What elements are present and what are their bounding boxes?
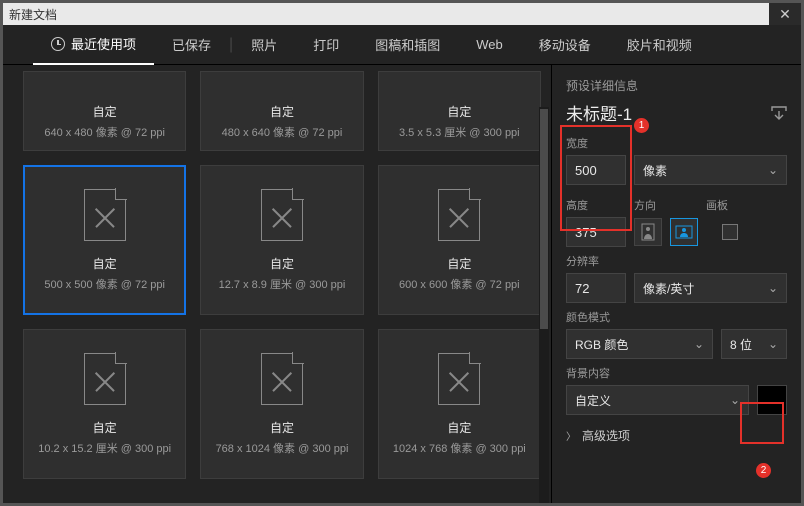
tab-print[interactable]: 打印 <box>295 25 357 65</box>
preset-name: 自定 <box>270 103 294 120</box>
document-icon <box>84 189 126 241</box>
preset-name: 自定 <box>93 255 117 272</box>
preset-card[interactable]: 自定 12.7 x 8.9 厘米 @ 300 ppi <box>200 165 363 315</box>
preset-card[interactable]: 自定 10.2 x 15.2 厘米 @ 300 ppi <box>23 329 186 479</box>
artboard-checkbox[interactable] <box>722 224 738 240</box>
annotation-badge-1: 1 <box>634 118 649 133</box>
scrollbar[interactable] <box>539 107 549 503</box>
preset-card[interactable]: 自定 640 x 480 像素 @ 72 ppi <box>23 71 186 151</box>
document-icon <box>84 353 126 405</box>
resolution-input[interactable]: 72 <box>566 273 626 303</box>
preset-name: 自定 <box>93 419 117 436</box>
save-preset-icon[interactable] <box>771 106 787 120</box>
chevron-right-icon: 〉 <box>566 428 576 443</box>
tab-label: 照片 <box>251 35 277 54</box>
dialog-body: 最近使用项 已保存 | 照片 打印 图稿和插图 Web 移动设备 胶片和视频 自… <box>3 25 801 503</box>
tab-mobile[interactable]: 移动设备 <box>521 25 609 65</box>
chevron-down-icon: ⌄ <box>768 337 778 351</box>
width-label: 宽度 <box>566 135 787 151</box>
tab-saved[interactable]: 已保存 <box>154 25 229 65</box>
preset-card[interactable]: 自定 768 x 1024 像素 @ 300 ppi <box>200 329 363 479</box>
new-document-dialog: 新建文档 ✕ 最近使用项 已保存 | 照片 打印 图稿和插图 Web 移动设备 … <box>2 2 802 504</box>
preset-dimensions: 3.5 x 5.3 厘米 @ 300 ppi <box>399 124 520 140</box>
tab-label: 最近使用项 <box>71 34 136 53</box>
preset-name: 自定 <box>447 419 471 436</box>
resolution-unit-select[interactable]: 像素/英寸 ⌄ <box>634 273 787 303</box>
document-icon <box>438 189 480 241</box>
preset-card[interactable]: 自定 480 x 640 像素 @ 72 ppi <box>200 71 363 151</box>
tab-label: 移动设备 <box>539 35 591 54</box>
annotation-badge-2: 2 <box>756 463 771 478</box>
preset-dimensions: 640 x 480 像素 @ 72 ppi <box>44 124 165 140</box>
preset-dimensions: 600 x 600 像素 @ 72 ppi <box>399 276 520 292</box>
orientation-landscape[interactable] <box>670 218 698 246</box>
preset-name: 自定 <box>447 255 471 272</box>
tab-art[interactable]: 图稿和插图 <box>357 25 458 65</box>
document-icon <box>261 353 303 405</box>
artboard-label: 画板 <box>706 197 728 213</box>
tab-label: 胶片和视频 <box>627 35 692 54</box>
preset-card[interactable]: 自定 600 x 600 像素 @ 72 ppi <box>378 165 541 315</box>
preset-name: 自定 <box>447 103 471 120</box>
orientation-portrait[interactable] <box>634 218 662 246</box>
unit-select[interactable]: 像素 ⌄ <box>634 155 787 185</box>
details-header: 预设详细信息 <box>566 77 787 94</box>
height-label: 高度 <box>566 197 626 213</box>
advanced-options-toggle[interactable]: 〉 高级选项 <box>566 427 787 444</box>
width-input[interactable]: 500 <box>566 155 626 185</box>
preset-dimensions: 500 x 500 像素 @ 72 ppi <box>44 276 165 292</box>
bit-depth-select[interactable]: 8 位 ⌄ <box>721 329 787 359</box>
orientation-label: 方向 <box>634 197 656 213</box>
close-button[interactable]: ✕ <box>769 3 801 25</box>
tab-photo[interactable]: 照片 <box>233 25 295 65</box>
color-mode-label: 颜色模式 <box>566 309 787 325</box>
preset-card[interactable]: 自定 1024 x 768 像素 @ 300 ppi <box>378 329 541 479</box>
preset-grid: 自定 640 x 480 像素 @ 72 ppi 自定 480 x 640 像素 @ … <box>3 65 551 503</box>
color-mode-select[interactable]: RGB 颜色 ⌄ <box>566 329 713 359</box>
preset-dimensions: 1024 x 768 像素 @ 300 ppi <box>393 440 526 456</box>
preset-name: 自定 <box>93 103 117 120</box>
resolution-label: 分辨率 <box>566 253 787 269</box>
tab-label: 图稿和插图 <box>375 35 440 54</box>
preset-card[interactable]: 自定 3.5 x 5.3 厘米 @ 300 ppi <box>378 71 541 151</box>
chevron-down-icon: ⌄ <box>730 393 740 407</box>
chevron-down-icon: ⌄ <box>768 163 778 177</box>
preset-dimensions: 480 x 640 像素 @ 72 ppi <box>222 124 343 140</box>
titlebar: 新建文档 ✕ <box>3 3 801 25</box>
preset-dimensions: 768 x 1024 像素 @ 300 ppi <box>216 440 349 456</box>
close-icon: ✕ <box>779 6 791 23</box>
preset-dimensions: 10.2 x 15.2 厘米 @ 300 ppi <box>38 440 171 456</box>
preset-dimensions: 12.7 x 8.9 厘米 @ 300 ppi <box>219 276 346 292</box>
chevron-down-icon: ⌄ <box>694 337 704 351</box>
preset-name: 自定 <box>270 419 294 436</box>
preset-details-panel: 预设详细信息 未标题-1 宽度 500 像素 ⌄ <box>551 65 801 503</box>
tab-film[interactable]: 胶片和视频 <box>609 25 710 65</box>
tab-label: 已保存 <box>172 35 211 54</box>
background-color-swatch[interactable] <box>757 385 787 415</box>
tab-web[interactable]: Web <box>458 25 521 65</box>
tab-recent[interactable]: 最近使用项 <box>33 25 154 65</box>
category-tabs: 最近使用项 已保存 | 照片 打印 图稿和插图 Web 移动设备 胶片和视频 <box>3 25 801 65</box>
height-input[interactable]: 375 <box>566 217 626 247</box>
preset-name: 自定 <box>270 255 294 272</box>
document-icon <box>438 353 480 405</box>
tab-label: 打印 <box>313 35 339 54</box>
tab-label: Web <box>476 37 503 52</box>
preset-card[interactable]: 自定 500 x 500 像素 @ 72 ppi <box>23 165 186 315</box>
background-label: 背景内容 <box>566 365 787 381</box>
chevron-down-icon: ⌄ <box>768 281 778 295</box>
document-name[interactable]: 未标题-1 <box>566 100 632 125</box>
scrollbar-thumb[interactable] <box>540 109 548 329</box>
window-title: 新建文档 <box>3 6 57 23</box>
background-select[interactable]: 自定义 ⌄ <box>566 385 749 415</box>
clock-icon <box>51 37 65 51</box>
document-icon <box>261 189 303 241</box>
